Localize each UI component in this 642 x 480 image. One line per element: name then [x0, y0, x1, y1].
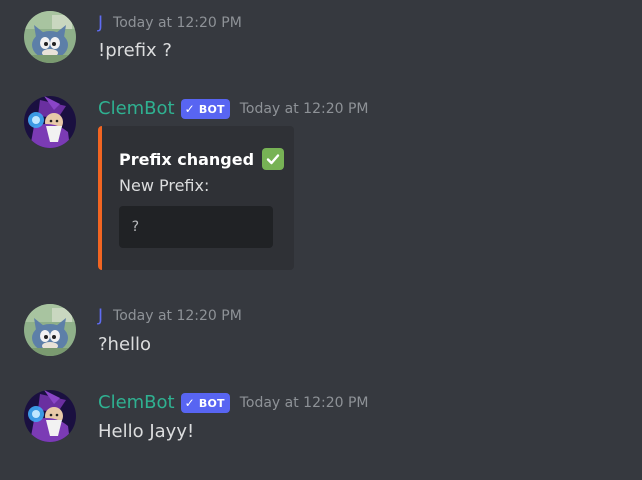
user-avatar[interactable]: [24, 11, 76, 63]
bot-avatar[interactable]: [24, 96, 76, 148]
embed: Prefix changed New Prefix: ?: [98, 126, 294, 270]
chat-messages: J Today at 12:20 PM !prefix ? ClemBot ✓ …: [0, 0, 642, 480]
message-header: J Today at 12:20 PM: [98, 304, 242, 328]
message-header: ClemBot ✓ BOT Today at 12:20 PM: [98, 391, 369, 415]
message-content: ?hello: [98, 334, 152, 355]
timestamp[interactable]: Today at 12:20 PM: [113, 15, 242, 31]
embed-field-name: New Prefix:: [119, 176, 210, 195]
bot-badge-label: BOT: [198, 396, 225, 410]
bot-badge-label: BOT: [198, 102, 225, 116]
bot-badge: ✓ BOT: [180, 99, 230, 119]
white-check-mark-icon: [262, 148, 285, 170]
message-content: !prefix ?: [98, 40, 172, 61]
cartoon-cat-avatar-icon: [24, 11, 76, 63]
verified-check-icon: ✓: [184, 396, 195, 410]
embed-field-value: ?: [119, 206, 273, 248]
message-content: Hello Jayy!: [98, 421, 195, 442]
wizard-avatar-icon: [24, 390, 76, 442]
message-header: ClemBot ✓ BOT Today at 12:20 PM: [98, 97, 369, 121]
username[interactable]: J: [98, 304, 103, 328]
username[interactable]: ClemBot: [98, 391, 175, 415]
verified-check-icon: ✓: [184, 102, 195, 116]
bot-badge: ✓ BOT: [180, 393, 230, 413]
cartoon-cat-avatar-icon: [24, 304, 76, 356]
message-header: J Today at 12:20 PM: [98, 11, 242, 35]
username[interactable]: J: [98, 11, 103, 35]
wizard-avatar-icon: [24, 96, 76, 148]
embed-title: Prefix changed: [119, 148, 285, 170]
bot-avatar[interactable]: [24, 390, 76, 442]
user-avatar[interactable]: [24, 304, 76, 356]
embed-title-text: Prefix changed: [119, 149, 255, 169]
timestamp[interactable]: Today at 12:20 PM: [240, 395, 369, 411]
timestamp[interactable]: Today at 12:20 PM: [113, 308, 242, 324]
username[interactable]: ClemBot: [98, 97, 175, 121]
timestamp[interactable]: Today at 12:20 PM: [240, 101, 369, 117]
